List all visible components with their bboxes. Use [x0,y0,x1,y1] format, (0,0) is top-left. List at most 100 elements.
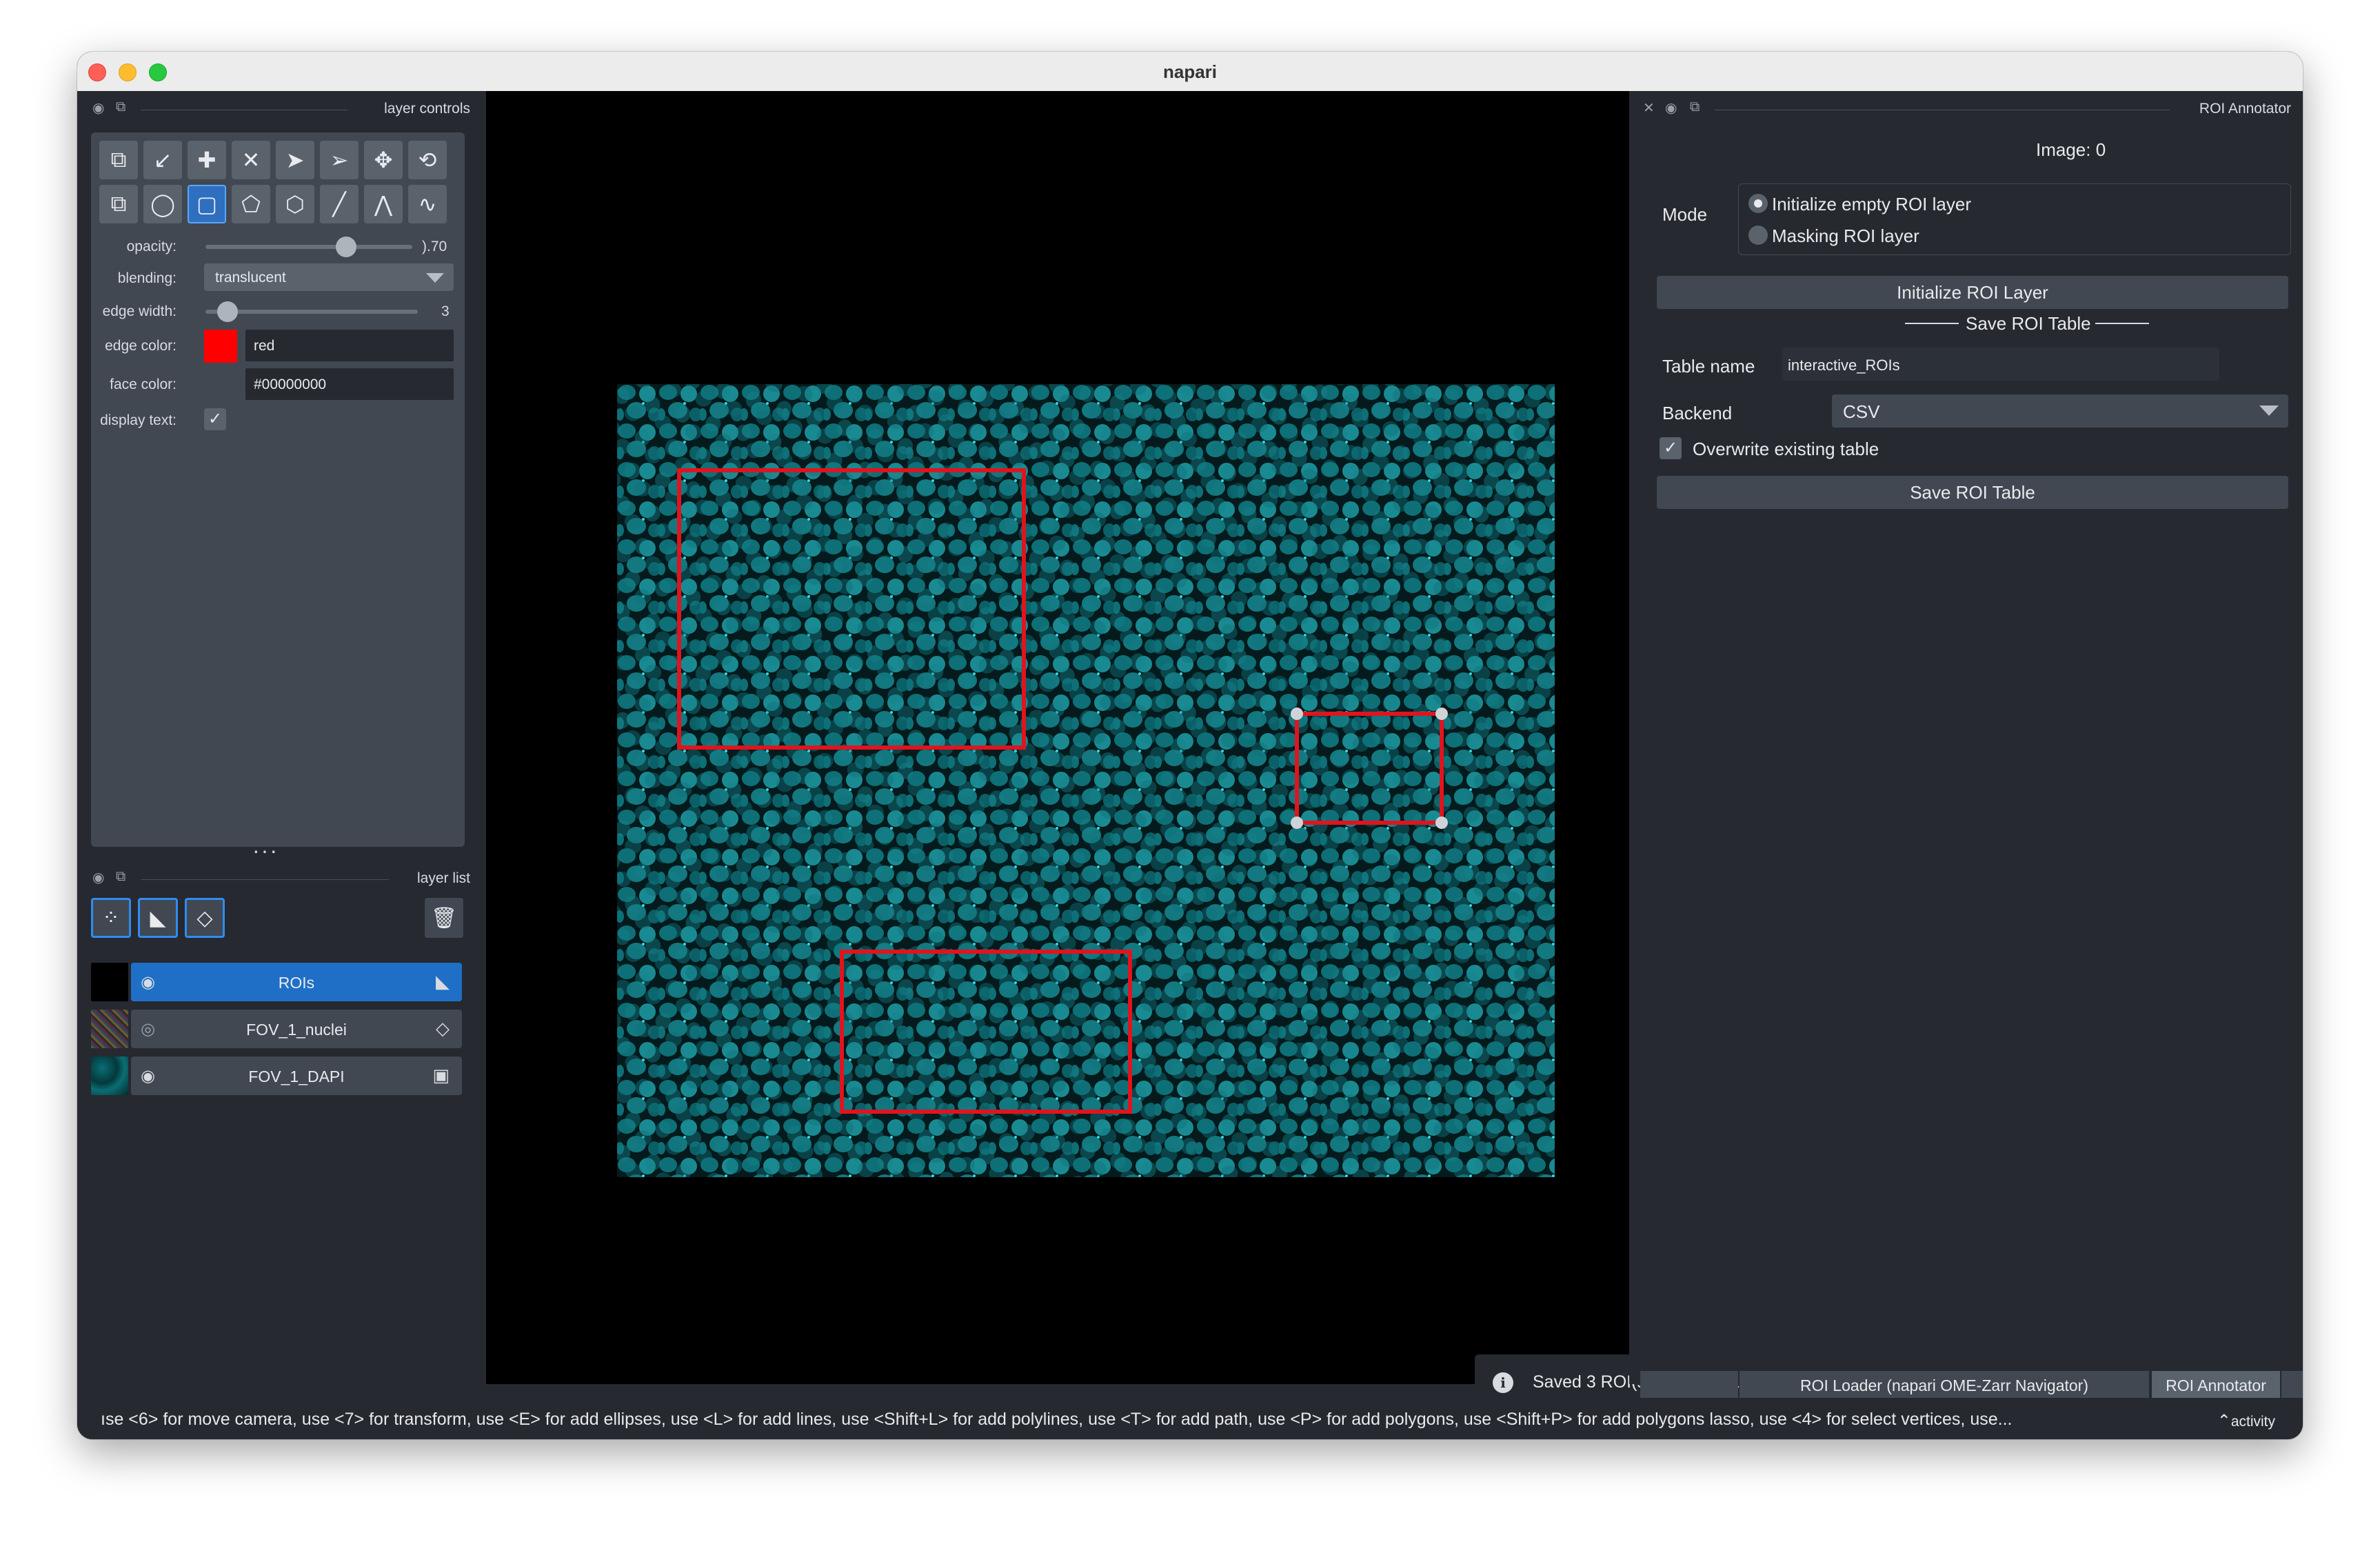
new-points-icon[interactable]: ⁘ [91,898,131,938]
napari-window: napari ◉ ⧉ layer controls ⧉ ↙ ✚ ✕ ➤ ➢ ✥ … [77,52,2303,1439]
hide-eye-icon[interactable]: ◉ [92,869,104,886]
new-shapes-icon[interactable]: ◣ [138,898,178,938]
layer-row-rois[interactable]: ◉ ROIs ◣ [91,963,462,1001]
roi-annotator-header: ✕ ◉ ⧉ ROI Annotator [1643,98,2291,121]
opacity-slider[interactable] [205,237,412,257]
mode-option-masking[interactable]: Masking ROI layer [1772,226,1919,247]
table-name-input[interactable]: interactive_ROIs [1782,348,2219,381]
info-icon: i [1493,1372,1513,1393]
hide-eye-icon[interactable]: ◉ [1665,99,1677,117]
select-shape-icon[interactable]: ⧉ [99,141,138,179]
select-arrow-outline-icon[interactable]: ➢ [320,141,359,179]
blending-select[interactable]: translucent [204,263,454,291]
vertex-handle[interactable] [1435,708,1448,720]
edge-width-slider[interactable] [205,301,418,322]
visibility-eye-icon[interactable]: ◉ [141,1066,155,1086]
tab-bar-spacer [1640,1371,1738,1400]
layer-row-fov-1-dapi[interactable]: ◉ FOV_1_DAPI ▣ [91,1057,462,1095]
edge-color-label: edge color: [105,338,177,354]
window-title: napari [1162,61,1218,82]
tab-roi-annotator[interactable]: ROI Annotator [2152,1371,2280,1400]
mode-group: Initialize empty ROI layer Masking ROI l… [1738,183,2291,255]
overwrite-label[interactable]: Overwrite existing table [1693,439,1879,460]
close-icon[interactable]: ✕ [1643,99,1655,117]
layer-thumbnail [91,1010,128,1048]
tab-roi-loader[interactable]: ROI Loader (napari OME-Zarr Navigator) [1739,1371,2149,1400]
face-color-field[interactable]: #00000000 [245,368,454,400]
polyline-icon[interactable]: ⋀ [364,185,403,223]
hide-eye-icon[interactable]: ◉ [92,99,104,117]
vertex-handle[interactable] [1435,817,1448,829]
opacity-label: opacity: [126,239,177,254]
face-color-label: face color: [110,377,177,392]
edge-color-swatch[interactable] [204,330,237,363]
chevron-down-icon [2259,405,2279,416]
splitter-handle[interactable]: ··· [252,838,279,863]
delete-layer-icon[interactable]: 🗑 [425,898,463,938]
float-dock-icon[interactable]: ⧉ [116,99,125,115]
new-labels-icon[interactable]: ◇ [185,898,225,938]
overwrite-checkbox[interactable]: ✓ [1660,437,1682,459]
activity-label: activity [2230,1414,2275,1430]
activity-toggle[interactable]: ⌃activity [2217,1411,2275,1431]
status-bar: ıse <6> for move camera, use <7> for tra… [77,1398,2303,1439]
image-tissue-overlay [617,384,1555,1177]
save-roi-section-title: Save ROI Table [1966,313,2091,334]
image-canvas[interactable]: i Saved 3 ROI(s) to table 'interactive_R… [486,91,2026,1410]
chevron-up-icon: ⌃ [2217,1412,2231,1430]
blending-label: blending: [117,270,177,286]
backend-value: CSV [1843,401,1880,422]
float-dock-icon[interactable]: ⧉ [116,869,125,885]
rectangle-icon[interactable]: ▢ [188,185,226,223]
status-help-text: ıse <6> for move camera, use <7> for tra… [101,1410,2013,1429]
add-vertex-icon[interactable]: ✚ [188,141,226,179]
table-name-label: Table name [1662,356,1755,377]
layer-controls-header: ◉ ⧉ layer controls [91,98,470,121]
roi-annotator-dock: ✕ ◉ ⧉ ROI Annotator Image: 0 Mode Initia… [1629,91,2303,1384]
polygon-lasso-icon[interactable]: ⬡ [276,185,314,223]
left-dock-resize-handle[interactable]: ⋮ [477,735,498,769]
save-roi-table-button[interactable]: Save ROI Table [1657,476,2288,509]
backend-select[interactable]: CSV [1832,394,2288,428]
opacity-slider-handle[interactable] [336,237,356,257]
layer-controls-panel: ⧉ ↙ ✚ ✕ ➤ ➢ ✥ ⟲ ⧉ ◯ ▢ ⬠ ⬡ ╱ ⋀ ∿ opacity:… [91,132,465,847]
layer-name: ROIs [278,974,315,992]
polygon-icon[interactable]: ⬠ [232,185,270,223]
edge-width-value: 3 [441,303,450,319]
shapes-icon: ◣ [436,971,450,992]
layer-thumbnail [91,1057,128,1095]
float-dock-icon[interactable]: ⧉ [1690,99,1700,115]
edge-color-field[interactable]: red [245,330,454,361]
line-icon[interactable]: ╱ [320,185,359,223]
transform-icon[interactable]: ⟲ [408,141,447,179]
visibility-eye-off-icon[interactable]: ◎ [141,1019,155,1039]
select-arrow-icon[interactable]: ➤ [276,141,314,179]
mode-radio-masking[interactable] [1748,226,1768,245]
mode-label: Mode [1662,204,1708,225]
mode-option-empty[interactable]: Initialize empty ROI layer [1772,194,1971,215]
layer-name: FOV_1_nuclei [246,1021,347,1039]
vertex-handle[interactable] [1291,817,1303,829]
layer-row-fov-1-nuclei[interactable]: ◎ FOV_1_nuclei ◇ [91,1010,462,1048]
move-back-icon[interactable]: ⧉ [99,185,138,223]
path-icon[interactable]: ∿ [408,185,447,223]
image-index-label: Image: 0 [2036,139,2106,160]
display-text-label: display text: [100,412,177,428]
pan-zoom-icon[interactable]: ✥ [364,141,403,179]
layer-name: FOV_1_DAPI [248,1068,345,1085]
layer-controls-title: layer controls [384,101,470,117]
image-icon: ▣ [432,1065,450,1085]
mode-radio-empty[interactable] [1748,194,1768,213]
backend-label: Backend [1662,403,1733,423]
roi-annotator-title: ROI Annotator [2199,101,2291,117]
dapi-image [617,384,1555,1177]
display-text-checkbox[interactable]: ✓ [204,408,226,430]
direct-select-icon[interactable]: ↙ [143,141,182,179]
edge-width-slider-handle[interactable] [217,301,238,322]
initialize-roi-layer-button[interactable]: Initialize ROI Layer [1657,276,2288,309]
layer-list-title: layer list [416,870,470,886]
delete-vertex-icon[interactable]: ✕ [232,141,270,179]
ellipse-icon[interactable]: ◯ [143,185,182,223]
visibility-eye-icon[interactable]: ◉ [141,972,155,992]
vertex-handle[interactable] [1291,708,1303,720]
